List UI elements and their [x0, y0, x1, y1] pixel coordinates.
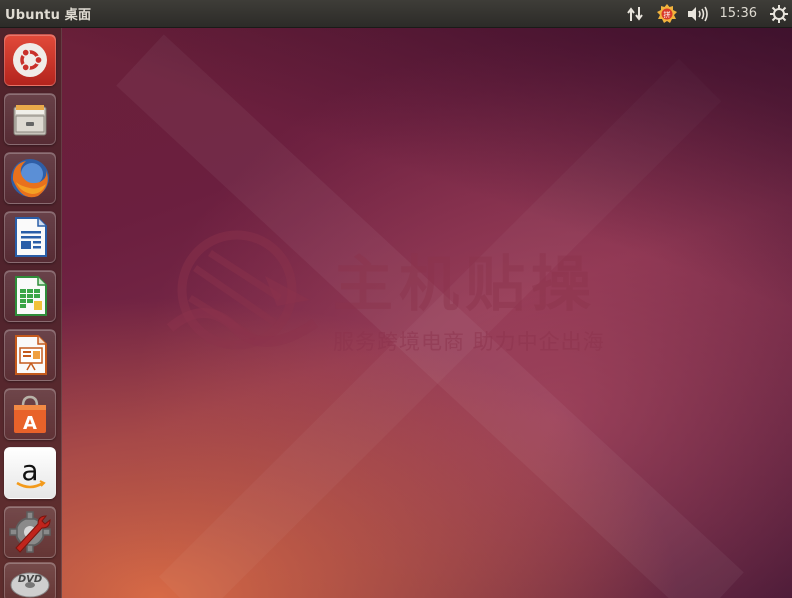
- input-method-icon: 拼: [656, 3, 677, 23]
- impress-icon: [15, 335, 47, 375]
- file-cabinet-icon: [13, 105, 47, 136]
- firefox-icon: [11, 159, 49, 198]
- svg-text:a: a: [21, 454, 38, 487]
- panel-title: Ubuntu 桌面: [5, 8, 92, 23]
- svg-text:拼: 拼: [663, 10, 670, 19]
- input-method-indicator[interactable]: 拼: [656, 0, 678, 28]
- volume-icon: [687, 6, 708, 21]
- system-menu-indicator[interactable]: [769, 0, 789, 28]
- launcher-item-files[interactable]: [4, 93, 56, 145]
- calc-icon: [15, 276, 47, 316]
- launcher-item-libreoffice-calc[interactable]: [4, 270, 56, 322]
- shopping-bag-icon: A: [14, 395, 46, 434]
- launcher-item-dvd[interactable]: DVD: [4, 562, 56, 598]
- wallpaper-rays: [116, 34, 744, 598]
- network-indicator[interactable]: [624, 0, 646, 28]
- network-icon: [626, 6, 643, 21]
- launcher-item-amazon[interactable]: a: [4, 447, 56, 499]
- launcher-item-ubuntu-software-center[interactable]: A: [4, 388, 56, 440]
- launcher-item-firefox[interactable]: [4, 152, 56, 204]
- launcher-item-system-settings[interactable]: [4, 506, 56, 558]
- dvd-icon: DVD: [10, 572, 50, 598]
- svg-text:A: A: [23, 413, 37, 434]
- writer-icon: [15, 217, 47, 257]
- volume-indicator[interactable]: [686, 0, 710, 28]
- desktop-wallpaper: [0, 0, 792, 598]
- system-gear-icon: [770, 4, 788, 23]
- ubuntu-logo-icon: [13, 43, 47, 77]
- indicator-area: 拼 15:36: [624, 0, 792, 28]
- launcher: A a DVD: [0, 28, 62, 598]
- launcher-item-libreoffice-writer[interactable]: [4, 211, 56, 263]
- top-panel: Ubuntu 桌面 拼 15:36: [0, 0, 792, 28]
- amazon-icon: a: [16, 454, 46, 489]
- svg-text:DVD: DVD: [18, 574, 42, 585]
- clock[interactable]: 15:36: [720, 6, 757, 21]
- launcher-item-dash-home[interactable]: [4, 34, 56, 86]
- launcher-item-libreoffice-impress[interactable]: [4, 329, 56, 381]
- settings-wrench-icon: [9, 511, 51, 553]
